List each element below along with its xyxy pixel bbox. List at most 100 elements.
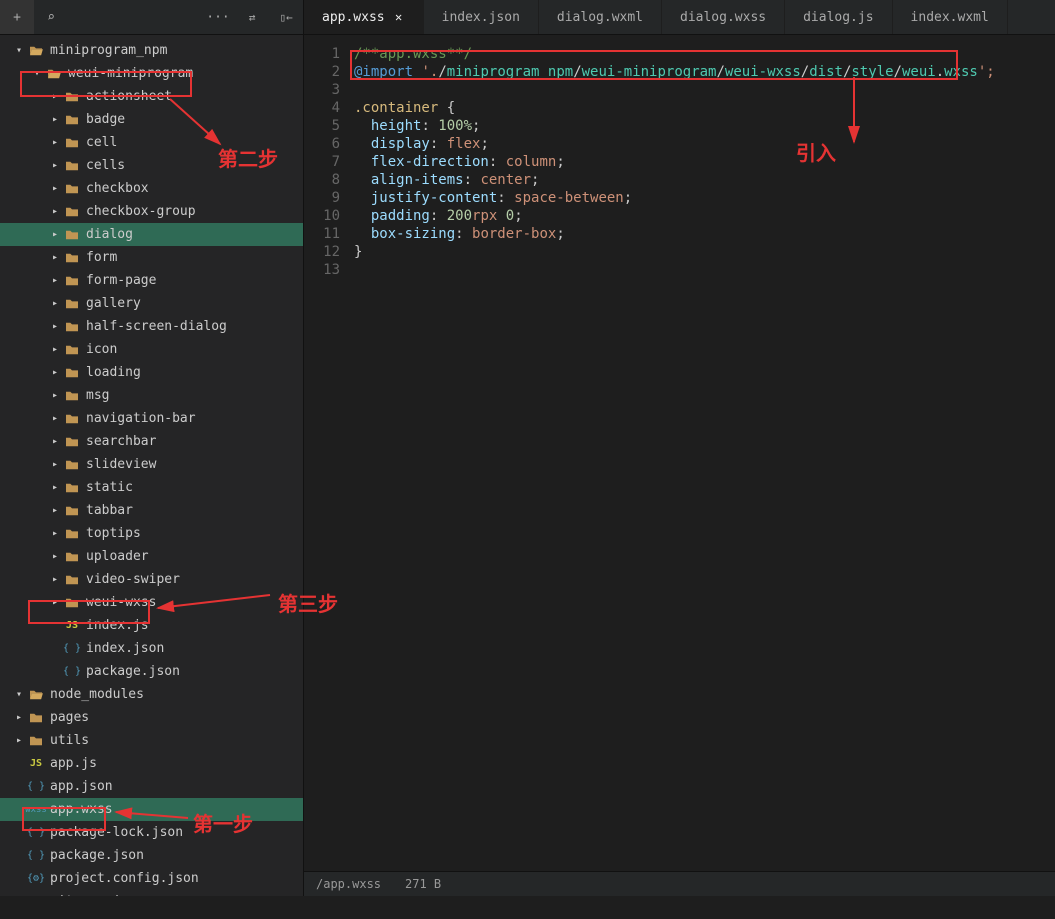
caret-icon[interactable]: ▾ [12, 689, 26, 700]
tree-item-form[interactable]: ▸form [0, 246, 303, 269]
caret-icon[interactable]: ▸ [48, 436, 62, 447]
tree-label: index.json [86, 641, 164, 656]
caret-icon[interactable]: ▸ [48, 390, 62, 401]
folder-icon [62, 252, 82, 264]
tree-item-toptips[interactable]: ▸toptips [0, 522, 303, 545]
tree-item-index-json[interactable]: { } index.json [0, 637, 303, 660]
line-number: 4 [304, 99, 354, 117]
tree-item-video-swiper[interactable]: ▸video-swiper [0, 568, 303, 591]
caret-icon[interactable]: ▸ [48, 114, 62, 125]
tree-item-miniprogram_npm[interactable]: ▾miniprogram_npm [0, 39, 303, 62]
tree-item-index-js[interactable]: JSindex.js [0, 614, 303, 637]
tree-label: icon [86, 342, 117, 357]
caret-icon[interactable]: ▸ [12, 712, 26, 723]
caret-icon[interactable]: ▸ [48, 597, 62, 608]
folder-icon [62, 528, 82, 540]
caret-icon[interactable]: ▸ [48, 367, 62, 378]
caret-icon[interactable]: ▸ [48, 252, 62, 263]
caret-icon[interactable]: ▸ [48, 505, 62, 516]
code-text[interactable]: /**app.wxss**/ @import './miniprogram_np… [354, 35, 1055, 871]
tree-item-checkbox[interactable]: ▸checkbox [0, 177, 303, 200]
json-file-icon: { } [62, 643, 82, 654]
tree-label: utils [50, 733, 89, 748]
caret-icon[interactable]: ▸ [48, 321, 62, 332]
tree-item-gallery[interactable]: ▸gallery [0, 292, 303, 315]
tree-item-app-js[interactable]: JSapp.js [0, 752, 303, 775]
more-button[interactable]: ··· [201, 0, 235, 34]
line-number: 10 [304, 207, 354, 225]
tree-item-static[interactable]: ▸ static [0, 476, 303, 499]
json-file-icon: { } [26, 850, 46, 861]
tab-app-wxss[interactable]: app.wxss✕ [304, 0, 424, 34]
collapse-button[interactable]: ▯← [269, 0, 303, 34]
tree-item-checkbox-group[interactable]: ▸checkbox-group [0, 200, 303, 223]
file-explorer[interactable]: ▾miniprogram_npm▾weui-miniprogram▸action… [0, 35, 304, 896]
caret-icon[interactable]: ▸ [48, 413, 62, 424]
js-file-icon: JS [26, 758, 46, 769]
caret-icon[interactable]: ▸ [48, 137, 62, 148]
tree-item-tabbar[interactable]: ▸tabbar [0, 499, 303, 522]
json-file-icon: { } [26, 827, 46, 838]
tree-item-actionsheet[interactable]: ▸actionsheet [0, 85, 303, 108]
caret-icon[interactable]: ▸ [48, 183, 62, 194]
close-icon[interactable]: ✕ [393, 11, 405, 23]
tree-item-badge[interactable]: ▸badge [0, 108, 303, 131]
tree-item-pages[interactable]: ▸pages [0, 706, 303, 729]
tree-item-package-json[interactable]: { }package.json [0, 660, 303, 683]
caret-icon[interactable]: ▸ [12, 735, 26, 746]
settings-button[interactable]: ⇄ [235, 0, 269, 34]
caret-icon[interactable]: ▸ [48, 482, 62, 493]
caret-icon[interactable]: ▸ [48, 160, 62, 171]
tree-label: static [86, 480, 133, 495]
tree-label: navigation-bar [86, 411, 196, 426]
tree-item-package-lock-json[interactable]: { }package-lock.json [0, 821, 303, 844]
caret-icon[interactable]: ▸ [48, 229, 62, 240]
tree-item-msg[interactable]: ▸ msg [0, 384, 303, 407]
caret-icon[interactable]: ▸ [48, 574, 62, 585]
tree-item-slideview[interactable]: ▸slideview [0, 453, 303, 476]
caret-icon[interactable]: ▸ [48, 298, 62, 309]
tree-item-project-config-json[interactable]: {⚙}project.config.json [0, 867, 303, 890]
caret-icon[interactable]: ▸ [48, 528, 62, 539]
tree-item-weui-wxss[interactable]: ▸weui-wxss [0, 591, 303, 614]
tree-item-navigation-bar[interactable]: ▸ navigation-bar [0, 407, 303, 430]
tab-dialog-wxml[interactable]: dialog.wxml [539, 0, 662, 34]
tree-item-weui-miniprogram[interactable]: ▾weui-miniprogram [0, 62, 303, 85]
caret-icon[interactable]: ▸ [48, 459, 62, 470]
caret-icon[interactable]: ▸ [48, 275, 62, 286]
tree-label: msg [86, 388, 109, 403]
tree-item-sitemap-json[interactable]: { }sitemap.json [0, 890, 303, 896]
tab-index-wxml[interactable]: index.wxml [893, 0, 1008, 34]
tree-item-utils[interactable]: ▸ utils [0, 729, 303, 752]
tree-item-package-json[interactable]: { }package.json [0, 844, 303, 867]
caret-icon[interactable]: ▸ [48, 551, 62, 562]
tree-item-cells[interactable]: ▸cells [0, 154, 303, 177]
tab-dialog-wxss[interactable]: dialog.wxss [662, 0, 785, 34]
tab-index-json[interactable]: index.json [424, 0, 539, 34]
tree-item-node_modules[interactable]: ▾node_modules [0, 683, 303, 706]
tree-item-app-json[interactable]: { }app.json [0, 775, 303, 798]
tree-item-icon[interactable]: ▸ icon [0, 338, 303, 361]
tab-dialog-js[interactable]: dialog.js [785, 0, 892, 34]
caret-icon[interactable]: ▸ [48, 344, 62, 355]
tree-item-half-screen-dialog[interactable]: ▸half-screen-dialog [0, 315, 303, 338]
tree-label: form-page [86, 273, 156, 288]
tree-item-form-page[interactable]: ▸ form-page [0, 269, 303, 292]
caret-icon[interactable]: ▾ [12, 45, 26, 56]
caret-icon[interactable]: ▸ [48, 206, 62, 217]
caret-icon[interactable]: ▸ [48, 91, 62, 102]
tree-item-dialog[interactable]: ▸dialog [0, 223, 303, 246]
code-editor[interactable]: 12345678910111213 /**app.wxss**/ @import… [304, 35, 1055, 896]
folder-icon [62, 597, 82, 609]
caret-icon[interactable]: ▾ [30, 68, 44, 79]
editor-tabs: app.wxss✕index.jsondialog.wxmldialog.wxs… [304, 0, 1055, 34]
search-button[interactable]: ⌕ [34, 0, 68, 34]
tree-item-loading[interactable]: ▸loading [0, 361, 303, 384]
folder-open-icon [26, 45, 46, 57]
tree-item-app-wxss[interactable]: wxssapp.wxss [0, 798, 303, 821]
tree-item-cell[interactable]: ▸cell [0, 131, 303, 154]
tree-item-uploader[interactable]: ▸ uploader [0, 545, 303, 568]
tree-item-searchbar[interactable]: ▸searchbar [0, 430, 303, 453]
new-file-button[interactable]: + [0, 0, 34, 34]
tree-label: uploader [86, 549, 149, 564]
